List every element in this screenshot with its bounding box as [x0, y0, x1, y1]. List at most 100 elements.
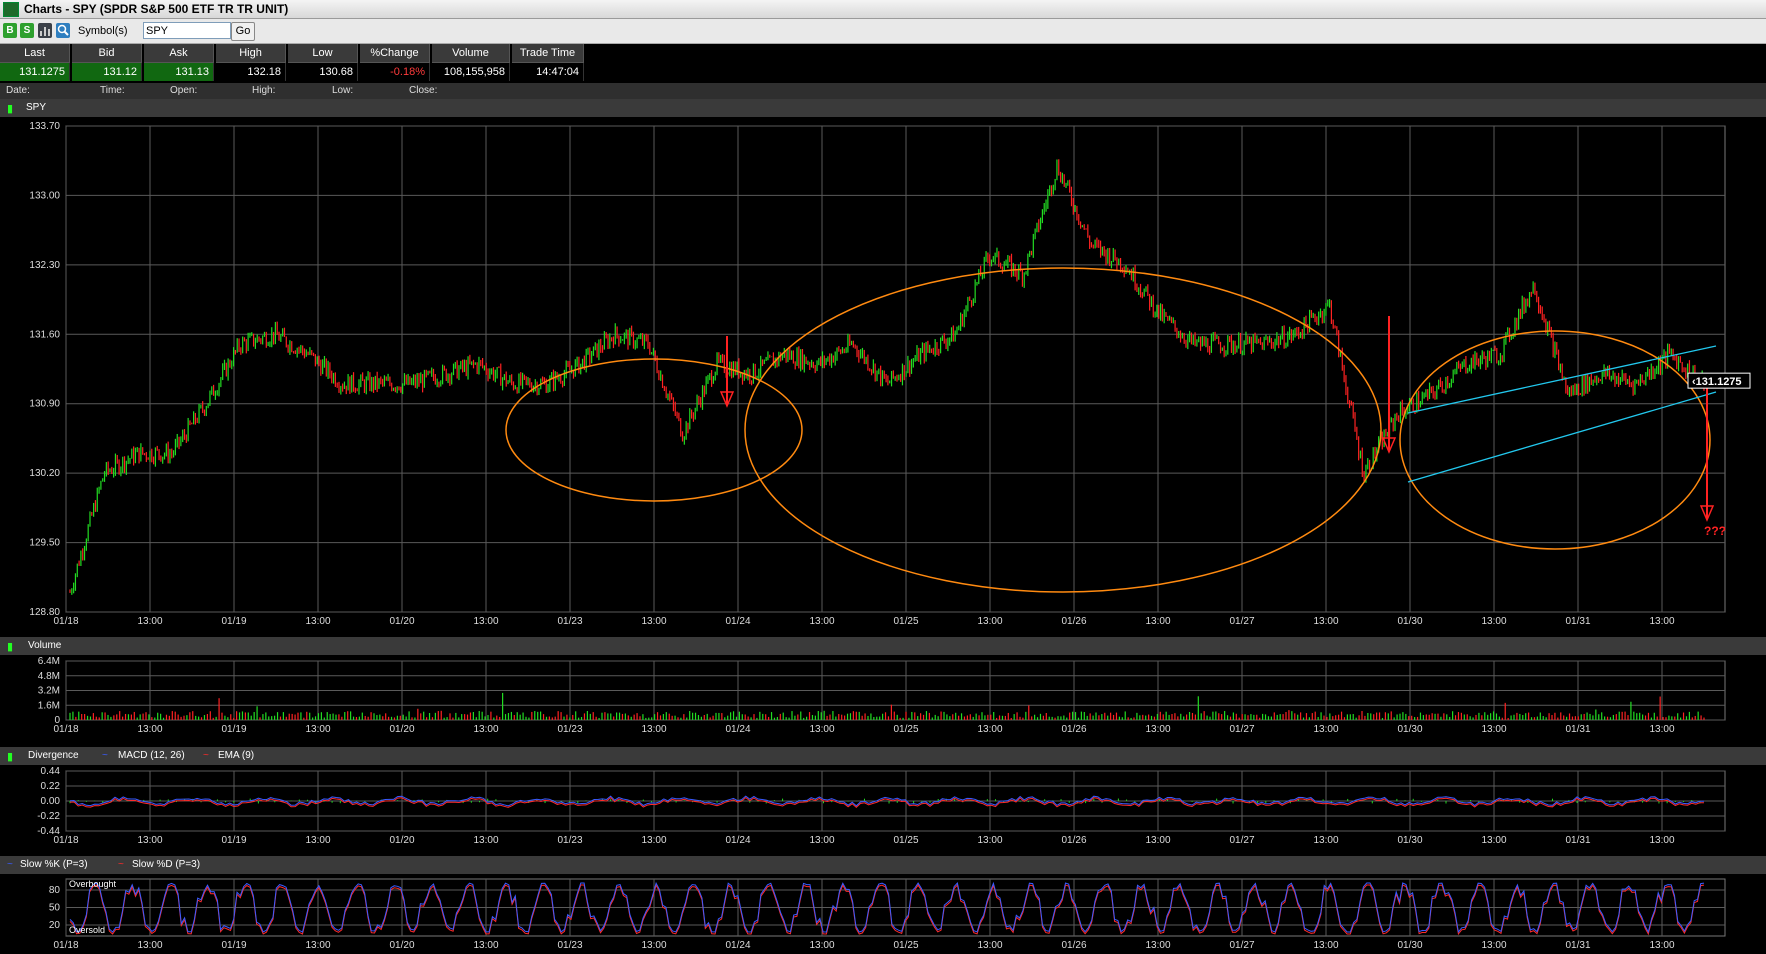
- info-date-label: Date:: [6, 85, 30, 96]
- toolbar: B S Symbol(s) Go: [0, 19, 1766, 44]
- price-x-label: 01/26: [1061, 616, 1086, 627]
- stoch-tick-label: 20: [49, 920, 61, 931]
- macd-x-label: 13:00: [473, 835, 498, 846]
- quote-col-change: %Change -0.18%: [360, 44, 430, 82]
- annotation-question: ???: [1704, 524, 1726, 538]
- stoch-x-label: 01/26: [1061, 940, 1086, 951]
- stoch-x-label: 13:00: [1145, 940, 1170, 951]
- macd-panel-header: ▮ Divergence ~ MACD (12, 26) ~ EMA (9): [0, 747, 1766, 765]
- macd-x-label: 13:00: [641, 835, 666, 846]
- last-price-tag: ‹131.1275: [1692, 376, 1742, 388]
- macd-plot-area: [65, 770, 1726, 832]
- quote-col-volume: Volume 108,155,958: [432, 44, 510, 82]
- volume-panel-header: ▮ Volume: [0, 637, 1766, 655]
- price-x-label: 01/25: [893, 616, 918, 627]
- macd-x-label: 13:00: [1313, 835, 1338, 846]
- macd-x-label: 13:00: [977, 835, 1002, 846]
- stoch-x-label: 01/18: [53, 940, 78, 951]
- quote-header: High: [216, 44, 286, 63]
- app-icon: [3, 2, 19, 17]
- slowk-legend-icon: ~: [7, 859, 13, 870]
- info-high-label: High:: [252, 85, 276, 96]
- search-icon[interactable]: [56, 23, 70, 38]
- quote-header: Volume: [432, 44, 510, 63]
- ema-label: EMA (9): [218, 750, 255, 761]
- ema-legend-icon: ~: [203, 750, 209, 761]
- stoch-x-label: 13:00: [1313, 940, 1338, 951]
- quote-value: 108,155,958: [432, 63, 510, 81]
- stoch-x-label: 01/20: [389, 940, 414, 951]
- price-tick-label: 128.80: [29, 607, 60, 618]
- volume-x-label: 13:00: [1649, 724, 1674, 735]
- overbought-label: Overbought: [69, 879, 117, 889]
- volume-tick-label: 0: [54, 715, 60, 726]
- volume-x-label: 01/19: [221, 724, 246, 735]
- quote-value: 14:47:04: [512, 63, 584, 81]
- buy-button[interactable]: B: [3, 23, 17, 38]
- volume-x-label: 01/23: [557, 724, 582, 735]
- stoch-x-label: 01/19: [221, 940, 246, 951]
- quote-value: 131.13: [144, 63, 214, 81]
- symbol-input[interactable]: [143, 22, 231, 39]
- volume-plot-area: [65, 660, 1726, 721]
- quote-value: 131.12: [72, 63, 142, 81]
- stoch-x-label: 13:00: [977, 940, 1002, 951]
- price-x-label: 13:00: [137, 616, 162, 627]
- volume-x-label: 01/18: [53, 724, 78, 735]
- volume-x-label: 13:00: [1481, 724, 1506, 735]
- go-button[interactable]: Go: [231, 22, 255, 41]
- macd-x-label: 13:00: [809, 835, 834, 846]
- price-plot-area: [65, 125, 1726, 613]
- quote-col-last: Last 131.1275: [0, 44, 70, 82]
- chart-type-icon[interactable]: [38, 23, 52, 38]
- price-panel-label: SPY: [26, 102, 47, 113]
- stoch-x-label: 13:00: [1481, 940, 1506, 951]
- quote-value: 130.68: [288, 63, 358, 81]
- macd-x-label: 13:00: [1649, 835, 1674, 846]
- info-open-label: Open:: [170, 85, 198, 96]
- chart-canvas: ??? ‹131.1275 Overbought Oversold 133.70 13…: [29, 121, 1751, 951]
- macd-tick-label: -0.22: [37, 811, 60, 822]
- channel-lower-line: [1407, 391, 1717, 483]
- price-x-label: 01/31: [1565, 616, 1590, 627]
- quote-col-bid: Bid 131.12: [72, 44, 142, 82]
- slowd-label: Slow %D (P=3): [132, 859, 201, 870]
- volume-x-label: 01/31: [1565, 724, 1590, 735]
- price-tick-label: 130.90: [29, 399, 60, 410]
- volume-x-label: 01/30: [1397, 724, 1422, 735]
- stoch-x-label: 13:00: [137, 940, 162, 951]
- price-x-label: 13:00: [1313, 616, 1338, 627]
- price-panel-header: ▮ SPY: [0, 99, 1766, 117]
- stoch-x-label: 01/23: [557, 940, 582, 951]
- drop-arrow-3-head: [1699, 505, 1715, 522]
- volume-tick-label: 3.2M: [38, 686, 60, 697]
- sell-button[interactable]: S: [20, 23, 34, 38]
- volume-x-label: 13:00: [1145, 724, 1170, 735]
- quote-header: Ask: [144, 44, 214, 63]
- quote-value: 132.18: [216, 63, 286, 81]
- price-x-label: 01/18: [53, 616, 78, 627]
- macd-x-label: 01/19: [221, 835, 246, 846]
- price-tick-label: 133.00: [29, 190, 60, 201]
- volume-tick-label: 6.4M: [38, 656, 60, 667]
- quote-header: Bid: [72, 44, 142, 63]
- annotation-ellipse: [505, 358, 803, 502]
- price-x-label: 01/30: [1397, 616, 1422, 627]
- volume-x-label: 01/24: [725, 724, 750, 735]
- macd-x-label: 13:00: [137, 835, 162, 846]
- macd-x-label: 01/25: [893, 835, 918, 846]
- macd-x-label: 01/26: [1061, 835, 1086, 846]
- stoch-x-label: 01/31: [1565, 940, 1590, 951]
- price-x-label: 13:00: [305, 616, 330, 627]
- macd-tick-label: -0.44: [37, 826, 60, 837]
- quote-header: Low: [288, 44, 358, 63]
- stoch-x-label: 01/27: [1229, 940, 1254, 951]
- oversold-label: Oversold: [69, 925, 105, 935]
- volume-x-label: 13:00: [977, 724, 1002, 735]
- macd-legend-icon: ~: [102, 750, 108, 761]
- price-tick-label: 131.60: [29, 329, 60, 340]
- price-x-label: 13:00: [641, 616, 666, 627]
- price-x-label: 01/20: [389, 616, 414, 627]
- quote-value: -0.18%: [360, 63, 430, 81]
- volume-x-label: 13:00: [641, 724, 666, 735]
